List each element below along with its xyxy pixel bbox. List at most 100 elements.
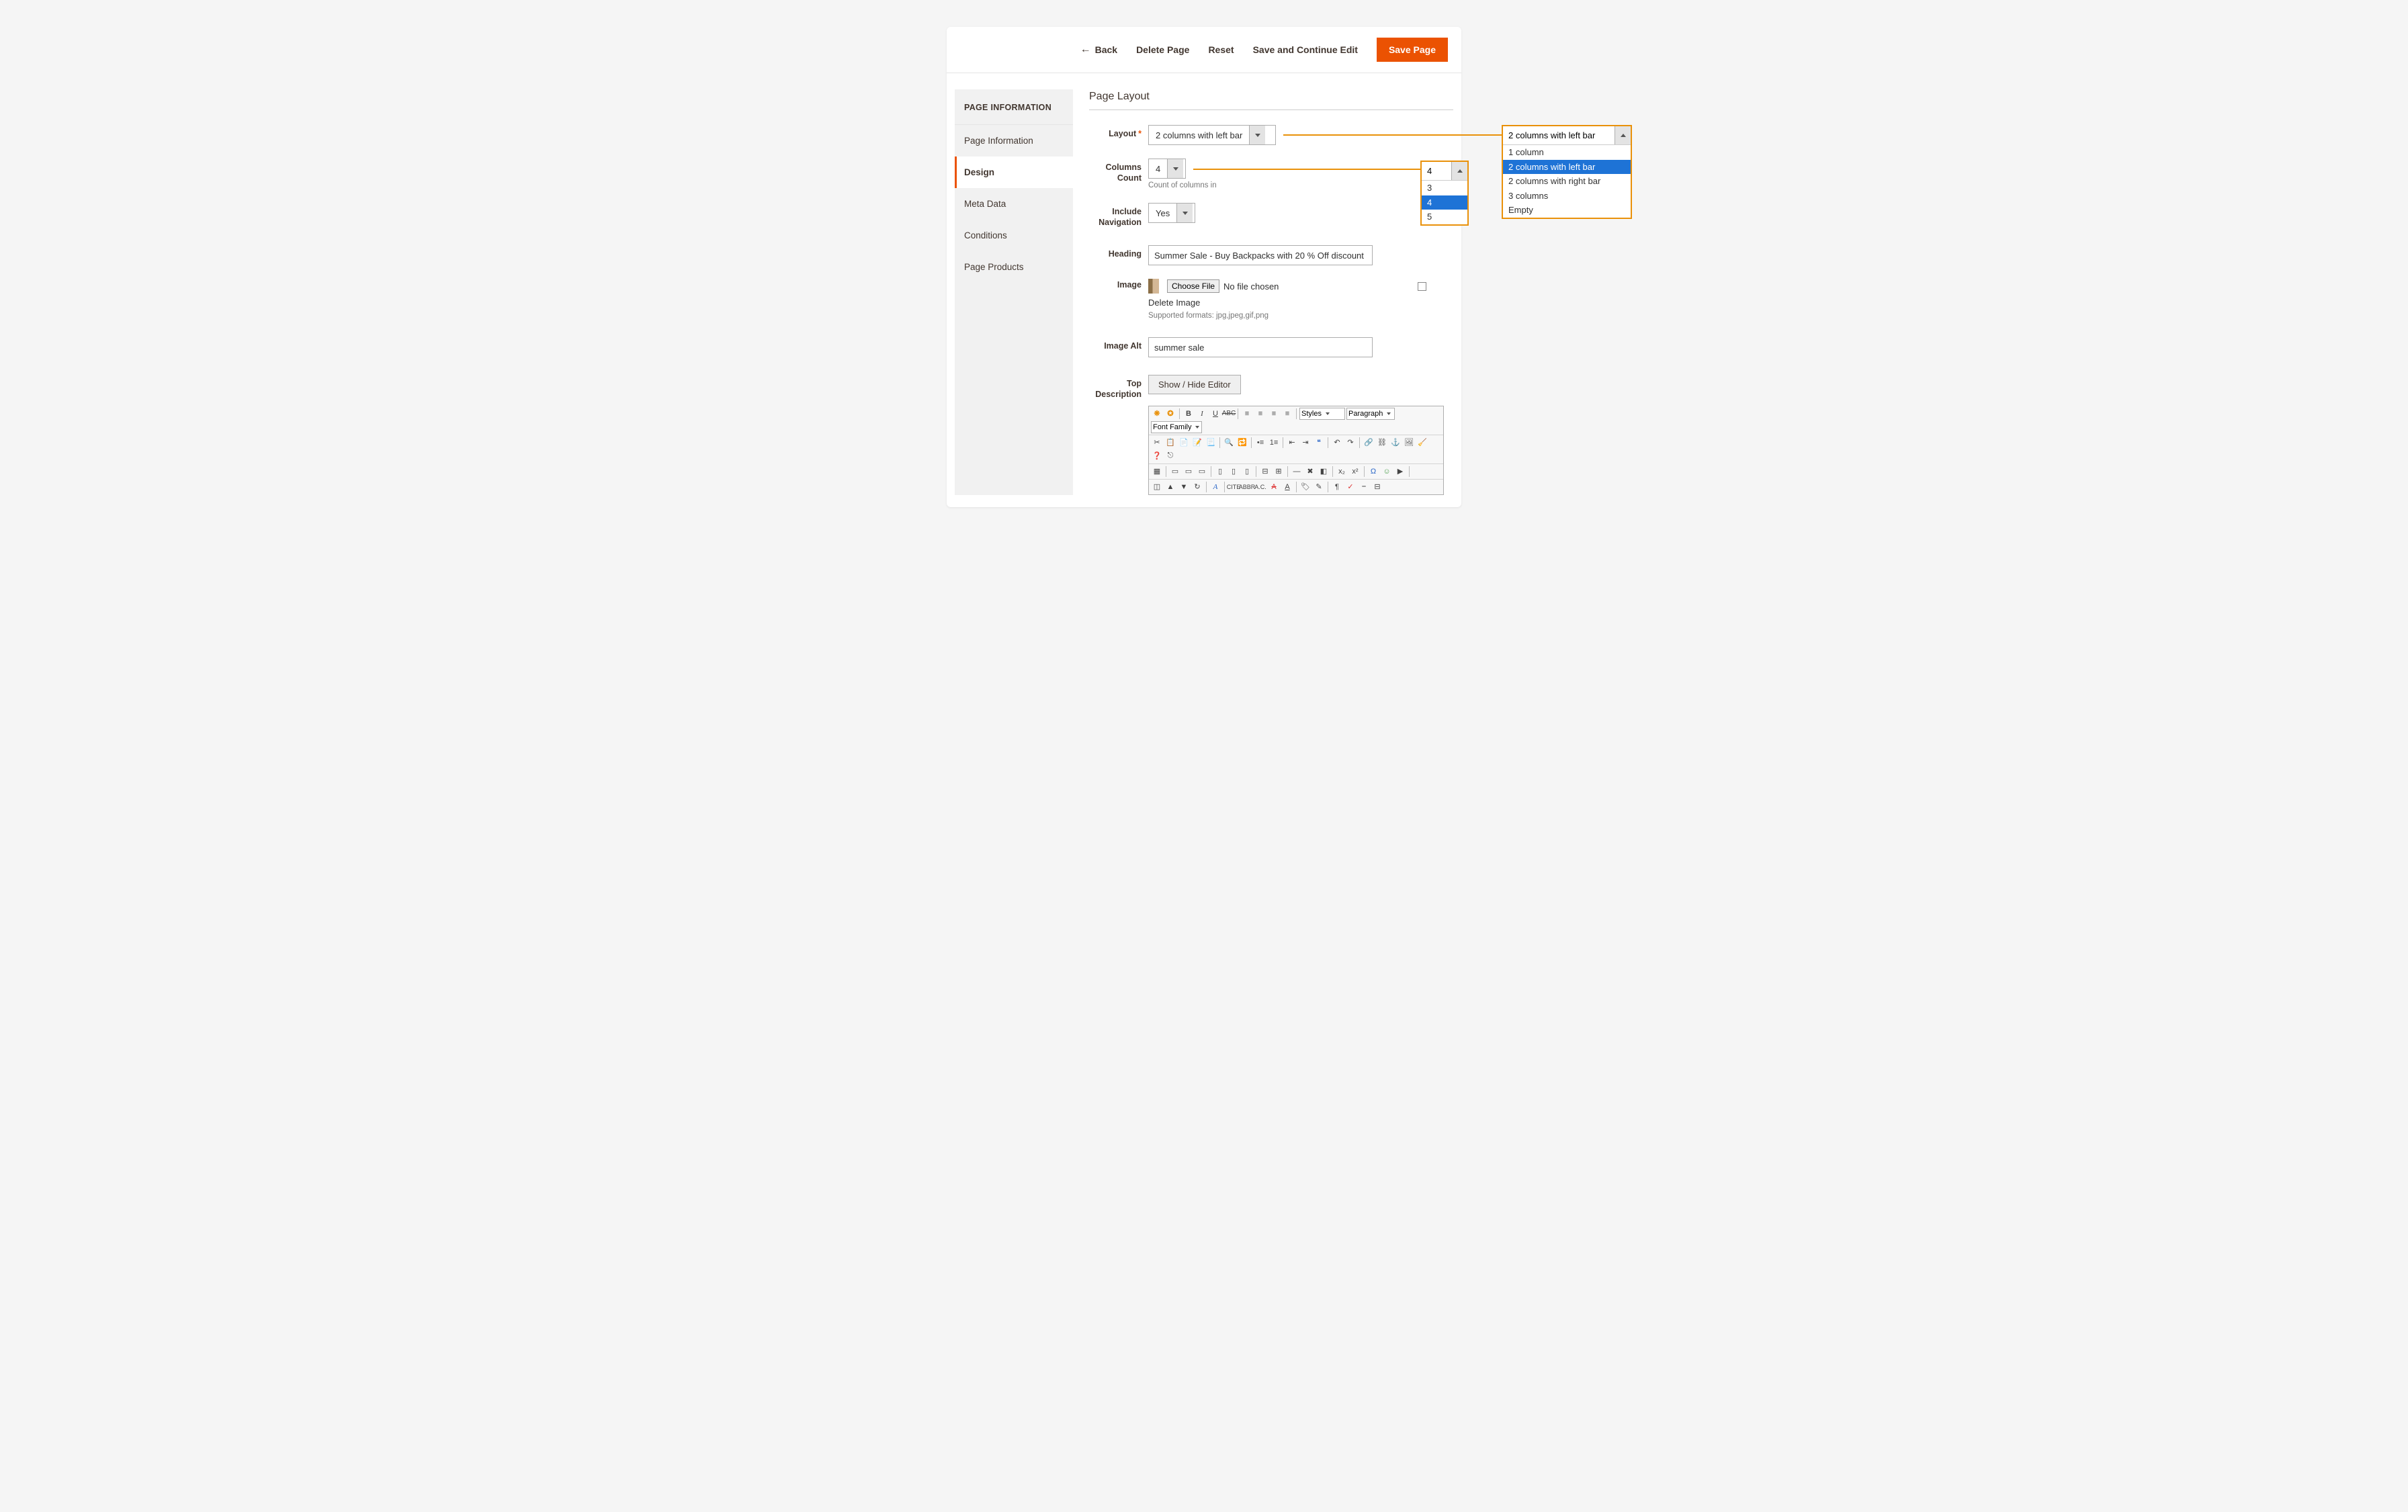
pagebreak-icon[interactable]: ⎯ bbox=[1358, 481, 1370, 493]
col-after-icon[interactable]: ▯ bbox=[1228, 465, 1240, 478]
special-char-icon[interactable]: Ω bbox=[1367, 465, 1379, 478]
layout-caret[interactable] bbox=[1249, 126, 1265, 144]
acronym-icon[interactable]: A.C. bbox=[1254, 481, 1266, 493]
delete-col-icon[interactable]: ▯ bbox=[1241, 465, 1253, 478]
bold-icon[interactable]: B bbox=[1182, 408, 1195, 420]
visual-chars-icon[interactable]: ◧ bbox=[1318, 465, 1330, 478]
align-left-icon[interactable]: ≡ bbox=[1241, 408, 1253, 420]
hr-icon[interactable]: — bbox=[1291, 465, 1303, 478]
include-nav-caret[interactable] bbox=[1176, 204, 1193, 222]
merge-cell-icon[interactable]: ⊞ bbox=[1273, 465, 1285, 478]
blockquote-icon[interactable]: ❝ bbox=[1313, 437, 1325, 449]
layout-option[interactable]: Empty bbox=[1503, 203, 1631, 218]
nonbreaking-icon[interactable]: ⊟ bbox=[1371, 481, 1383, 493]
strikethrough-icon[interactable]: ABC bbox=[1223, 408, 1235, 420]
layout-option[interactable]: 2 columns with left bar bbox=[1503, 160, 1631, 175]
media-icon[interactable]: ▶ bbox=[1394, 465, 1406, 478]
visualblocks-icon[interactable]: ✎ bbox=[1313, 481, 1325, 493]
image-alt-input[interactable] bbox=[1148, 337, 1373, 357]
split-cell-icon[interactable]: ⊟ bbox=[1259, 465, 1271, 478]
image-icon[interactable]: 🖼 bbox=[1403, 437, 1415, 449]
variable-icon[interactable]: ✪ bbox=[1164, 408, 1176, 420]
save-page-button[interactable]: Save Page bbox=[1377, 38, 1448, 62]
columns-caret[interactable] bbox=[1167, 159, 1183, 178]
indent-icon[interactable]: ⇥ bbox=[1299, 437, 1312, 449]
remove-format-icon[interactable]: ✖ bbox=[1304, 465, 1316, 478]
layout-select[interactable]: 2 columns with left bar bbox=[1148, 125, 1276, 145]
layout-option[interactable]: 1 column bbox=[1503, 145, 1631, 160]
link-icon[interactable]: 🔗 bbox=[1363, 437, 1375, 449]
widget-icon[interactable]: ❋ bbox=[1151, 408, 1163, 420]
redo-icon[interactable]: ↷ bbox=[1344, 437, 1357, 449]
delete-row-icon[interactable]: ▭ bbox=[1196, 465, 1208, 478]
delete-page-button[interactable]: Delete Page bbox=[1136, 44, 1189, 55]
cite-icon[interactable]: CITE bbox=[1228, 481, 1240, 493]
include-nav-select[interactable]: Yes bbox=[1148, 203, 1195, 223]
emoticon-icon[interactable]: ☺ bbox=[1381, 465, 1393, 478]
style-prop-icon[interactable]: A bbox=[1209, 481, 1221, 493]
layout-option[interactable]: 2 columns with right bar bbox=[1503, 174, 1631, 189]
unlink-icon[interactable]: ⛓ bbox=[1376, 437, 1388, 449]
sidebar-item-meta-data[interactable]: Meta Data bbox=[955, 188, 1073, 220]
align-justify-icon[interactable]: ≡ bbox=[1281, 408, 1293, 420]
layout-option[interactable]: 3 columns bbox=[1503, 189, 1631, 204]
styles-select[interactable]: Styles bbox=[1299, 408, 1345, 420]
save-continue-button[interactable]: Save and Continue Edit bbox=[1253, 44, 1358, 55]
attribs-icon[interactable]: 🏷 bbox=[1299, 481, 1312, 493]
del-icon[interactable]: A bbox=[1268, 481, 1280, 493]
subscript-icon[interactable]: x₂ bbox=[1336, 465, 1348, 478]
delete-image-link[interactable]: Delete Image bbox=[1148, 298, 1200, 308]
sidebar-item-page-products[interactable]: Page Products bbox=[955, 251, 1073, 283]
bullet-list-icon[interactable]: •≡ bbox=[1254, 437, 1266, 449]
outdent-icon[interactable]: ⇤ bbox=[1286, 437, 1298, 449]
underline-icon[interactable]: U bbox=[1209, 408, 1221, 420]
cleanup-icon[interactable]: 🧹 bbox=[1416, 437, 1428, 449]
undo-icon[interactable]: ↶ bbox=[1331, 437, 1343, 449]
font-family-select[interactable]: Font Family bbox=[1151, 421, 1202, 433]
row-before-icon[interactable]: ▭ bbox=[1169, 465, 1181, 478]
code-icon[interactable]: ⎋ bbox=[1164, 450, 1176, 462]
cut-icon[interactable]: ✂ bbox=[1151, 437, 1163, 449]
toggle-layer-icon[interactable]: ↻ bbox=[1191, 481, 1203, 493]
ins-icon[interactable]: A bbox=[1281, 481, 1293, 493]
forward-icon[interactable]: ▲ bbox=[1164, 481, 1176, 493]
align-right-icon[interactable]: ≡ bbox=[1268, 408, 1280, 420]
columns-option[interactable]: 5 bbox=[1422, 210, 1467, 224]
copy-icon[interactable]: 📋 bbox=[1164, 437, 1176, 449]
spellcheck-icon[interactable]: ✓ bbox=[1344, 481, 1357, 493]
number-list-icon[interactable]: 1≡ bbox=[1268, 437, 1280, 449]
columns-select[interactable]: 4 bbox=[1148, 159, 1186, 179]
sidebar-item-page-information[interactable]: Page Information bbox=[955, 125, 1073, 157]
paragraph-select[interactable]: Paragraph bbox=[1346, 408, 1395, 420]
row-after-icon[interactable]: ▭ bbox=[1182, 465, 1195, 478]
layout-callout-caret[interactable] bbox=[1615, 126, 1631, 144]
help-icon[interactable]: ❓ bbox=[1151, 450, 1163, 462]
sidebar-item-design[interactable]: Design bbox=[955, 157, 1073, 188]
columns-callout-caret[interactable] bbox=[1451, 162, 1467, 180]
layer-icon[interactable]: ◫ bbox=[1151, 481, 1163, 493]
sidebar-item-conditions[interactable]: Conditions bbox=[955, 220, 1073, 251]
columns-option[interactable]: 4 bbox=[1422, 195, 1467, 210]
anchor-icon[interactable]: ⚓ bbox=[1389, 437, 1402, 449]
toggle-editor-button[interactable]: Show / Hide Editor bbox=[1148, 375, 1241, 394]
back-button[interactable]: ← Back bbox=[1080, 44, 1117, 56]
table-icon[interactable]: ▦ bbox=[1151, 465, 1163, 478]
ltr-icon[interactable]: ¶ bbox=[1331, 481, 1343, 493]
find-icon[interactable]: 🔍 bbox=[1223, 437, 1235, 449]
choose-file-button[interactable]: Choose File bbox=[1167, 279, 1219, 293]
paste-icon[interactable]: 📄 bbox=[1178, 437, 1190, 449]
image-checkbox[interactable] bbox=[1418, 282, 1426, 291]
align-center-icon[interactable]: ≡ bbox=[1254, 408, 1266, 420]
col-before-icon[interactable]: ▯ bbox=[1214, 465, 1226, 478]
replace-icon[interactable]: 🔁 bbox=[1236, 437, 1248, 449]
abbr-icon[interactable]: ABBR bbox=[1241, 481, 1253, 493]
paste-word-icon[interactable]: 📃 bbox=[1205, 437, 1217, 449]
reset-button[interactable]: Reset bbox=[1208, 44, 1234, 55]
backward-icon[interactable]: ▼ bbox=[1178, 481, 1190, 493]
columns-option[interactable]: 3 bbox=[1422, 181, 1467, 195]
paste-text-icon[interactable]: 📝 bbox=[1191, 437, 1203, 449]
superscript-icon[interactable]: x² bbox=[1349, 465, 1361, 478]
italic-icon[interactable]: I bbox=[1196, 408, 1208, 420]
heading-input[interactable] bbox=[1148, 245, 1373, 265]
caret-down-icon bbox=[1387, 412, 1391, 415]
